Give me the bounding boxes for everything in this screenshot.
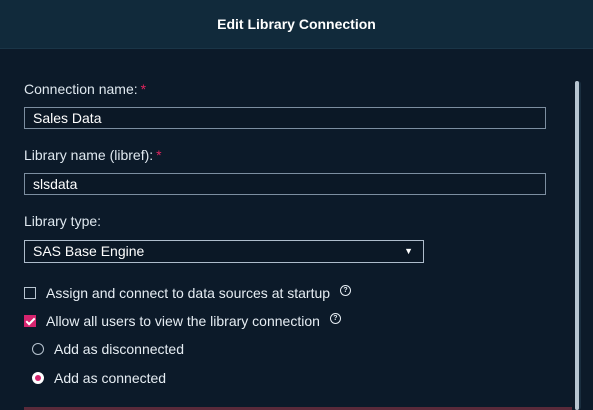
connection-name-label: Connection name: *	[24, 81, 146, 97]
add-as-connected-option[interactable]: Add as connected	[32, 370, 166, 386]
assign-connect-label: Assign and connect to data sources at st…	[46, 285, 331, 301]
assign-connect-checkbox[interactable]	[24, 287, 36, 299]
add-as-disconnected-option[interactable]: Add as disconnected	[32, 341, 184, 357]
help-icon[interactable]: ?	[329, 312, 341, 324]
add-as-disconnected-label: Add as disconnected	[54, 341, 184, 357]
add-as-disconnected-radio[interactable]	[32, 343, 44, 355]
scrollbar-thumb[interactable]	[575, 81, 579, 410]
allow-all-users-label: Allow all users to view the library conn…	[46, 313, 320, 329]
add-as-connected-radio[interactable]	[32, 372, 44, 384]
connection-name-label-text: Connection name:	[24, 81, 138, 97]
help-icon[interactable]: ?	[340, 284, 352, 296]
libref-label-text: Library name (libref):	[24, 147, 154, 163]
libref-input[interactable]	[24, 173, 546, 195]
required-marker: *	[140, 81, 147, 97]
allow-all-users-checkbox[interactable]	[24, 315, 36, 327]
library-type-select[interactable]: SAS Base Engine ▼	[24, 240, 424, 263]
library-type-label: Library type:	[24, 213, 102, 229]
chevron-down-icon: ▼	[404, 246, 413, 256]
assign-connect-option[interactable]: Assign and connect to data sources at st…	[24, 284, 352, 301]
connection-name-input[interactable]	[24, 107, 546, 129]
libref-label: Library name (libref): *	[24, 147, 162, 163]
allow-all-users-option[interactable]: Allow all users to view the library conn…	[24, 312, 341, 329]
dialog-title: Edit Library Connection	[0, 0, 593, 49]
required-marker: *	[156, 147, 162, 163]
library-type-selected-value: SAS Base Engine	[33, 243, 145, 259]
add-as-connected-label: Add as connected	[54, 370, 167, 386]
vertical-scrollbar[interactable]	[575, 81, 581, 410]
edit-library-connection-dialog: Edit Library Connection Connection name:…	[0, 0, 593, 410]
